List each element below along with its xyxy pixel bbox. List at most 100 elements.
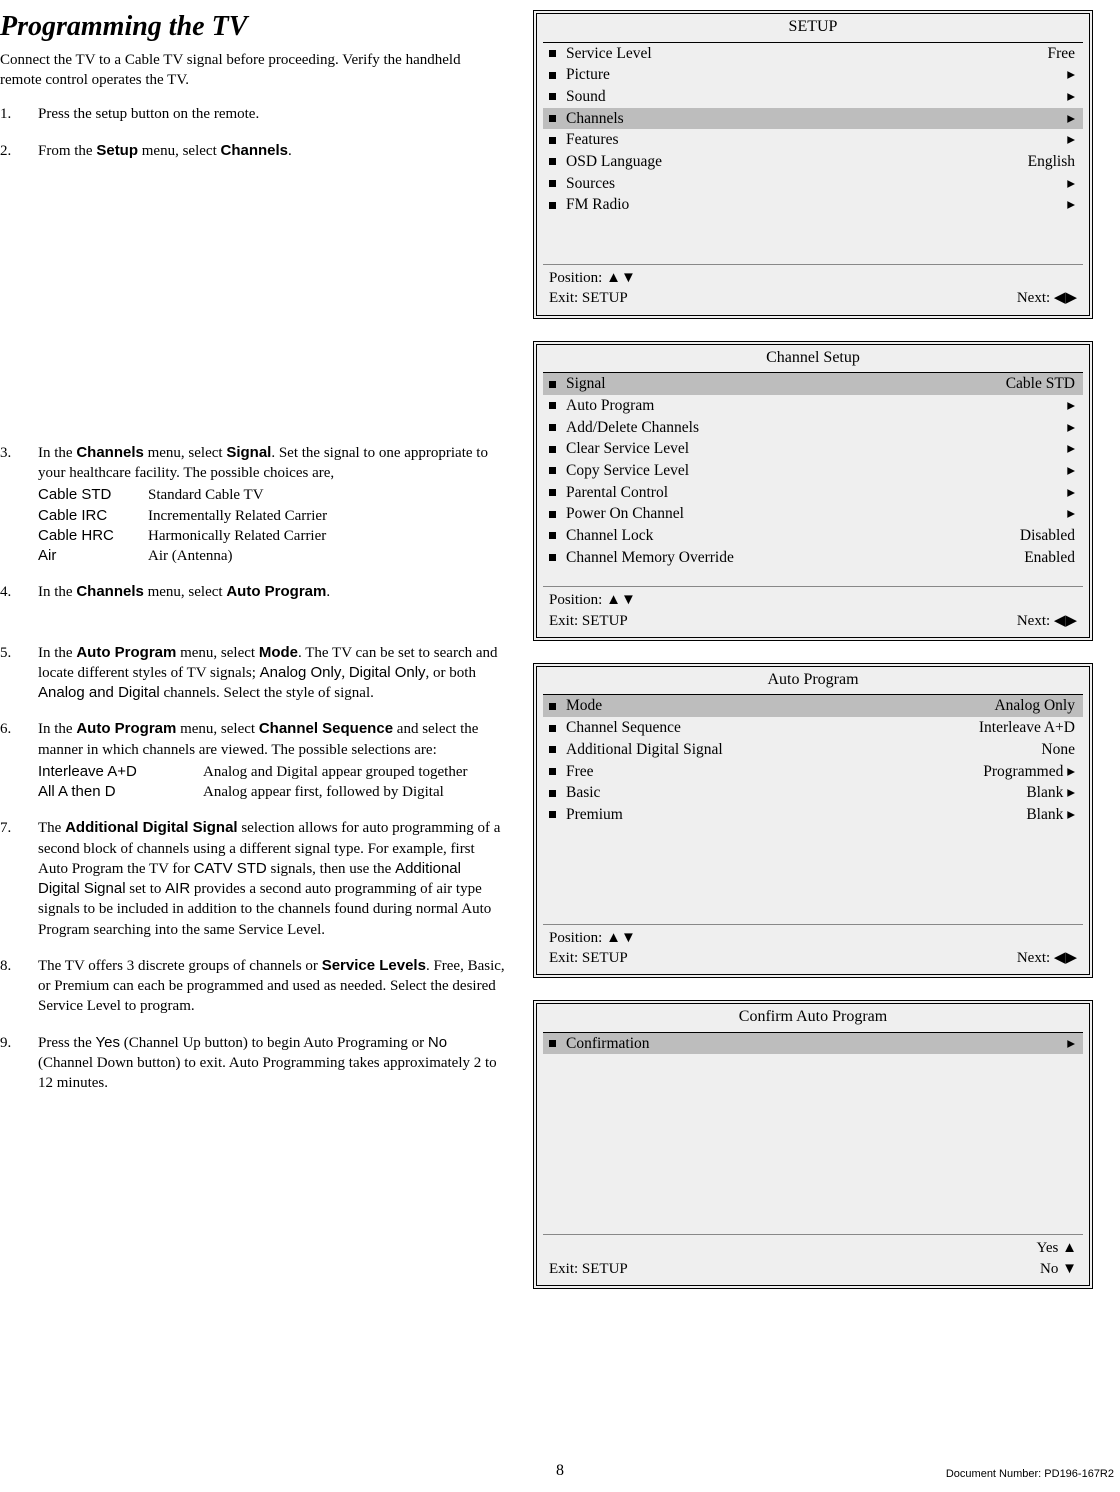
def-row: Cable HRCHarmonically Related Carrier (38, 526, 505, 546)
bullet-icon (549, 115, 556, 122)
label: Channel Sequence (566, 717, 979, 739)
yes-hint: Yes ▲ (866, 1238, 1077, 1258)
label: Clear Service Level (566, 438, 1067, 460)
t: Setup (96, 142, 138, 159)
no-hint: No ▼ (866, 1259, 1077, 1279)
t: Analog Only (260, 664, 342, 681)
menu-item-free[interactable]: FreeProgrammed ▸ (543, 761, 1083, 783)
bullet-icon (549, 703, 556, 710)
label: Mode (566, 695, 994, 717)
menu-item-features[interactable]: Features▸ (543, 129, 1083, 151)
arrow-right-icon: ▸ (1067, 129, 1077, 151)
value: None (1041, 739, 1077, 761)
bullet-icon (549, 93, 556, 100)
step-5: In the Auto Program menu, select Mode. T… (0, 643, 505, 704)
value: Interleave A+D (979, 717, 1077, 739)
menu-item-parental-control[interactable]: Parental Control▸ (543, 482, 1083, 504)
t: In the (38, 584, 76, 600)
intro-text: Connect the TV to a Cable TV signal befo… (0, 50, 505, 91)
t: Mode (259, 644, 298, 661)
t: Auto Program (76, 644, 176, 661)
next-hint: Next: ◀▶ (866, 611, 1077, 631)
menu-item-osd-language[interactable]: OSD LanguageEnglish (543, 151, 1083, 173)
osd-title: Channel Setup (537, 345, 1089, 373)
menu-item-copy-service-level[interactable]: Copy Service Level▸ (543, 460, 1083, 482)
bullet-icon (549, 50, 556, 57)
label: Parental Control (566, 482, 1067, 504)
t: menu, select (138, 143, 220, 159)
step-8: The TV offers 3 discrete groups of chann… (0, 956, 505, 1017)
t: In the (38, 721, 76, 737)
label: Channel Memory Override (566, 547, 1024, 569)
def-desc: Analog appear first, followed by Digital (203, 782, 444, 802)
bullet-icon (549, 554, 556, 561)
label: Add/Delete Channels (566, 417, 1067, 439)
menu-item-fm-radio[interactable]: FM Radio▸ (543, 194, 1083, 216)
bullet-icon (549, 790, 556, 797)
def-desc: Harmonically Related Carrier (148, 526, 326, 546)
bullet-icon (549, 158, 556, 165)
menu-item-service-level[interactable]: Service LevelFree (543, 43, 1083, 65)
menu-item-additional-digital-signal[interactable]: Additional Digital SignalNone (543, 739, 1083, 761)
def-term: Air (38, 546, 138, 566)
menu-item-clear-service-level[interactable]: Clear Service Level▸ (543, 438, 1083, 460)
bullet-icon (549, 1040, 556, 1047)
bullet-icon (549, 446, 556, 453)
label: OSD Language (566, 151, 1028, 173)
menu-item-channel-sequence[interactable]: Channel SequenceInterleave A+D (543, 717, 1083, 739)
arrow-right-icon: ▸ (1067, 482, 1077, 504)
arrow-right-icon: ▸ (1067, 86, 1077, 108)
menu-item-power-on-channel[interactable]: Power On Channel▸ (543, 503, 1083, 525)
exit-hint: Exit: SETUP (549, 1259, 866, 1279)
label: Power On Channel (566, 503, 1067, 525)
menu-item-confirmation[interactable]: Confirmation▸ (543, 1033, 1083, 1055)
bullet-icon (549, 202, 556, 209)
bullet-icon (549, 811, 556, 818)
osd-auto-program: Auto Program ModeAnalog Only Channel Seq… (533, 663, 1093, 978)
t: CATV STD (194, 860, 267, 877)
bullet-icon (549, 768, 556, 775)
t: , (341, 665, 349, 681)
t: . (326, 584, 330, 600)
value: Disabled (1020, 525, 1077, 547)
bullet-icon (549, 746, 556, 753)
menu-item-auto-program[interactable]: Auto Program▸ (543, 395, 1083, 417)
def-term: Interleave A+D (38, 762, 193, 782)
step-3: In the Channels menu, select Signal. Set… (0, 443, 505, 567)
menu-item-signal[interactable]: SignalCable STD (543, 373, 1083, 395)
label: Copy Service Level (566, 460, 1067, 482)
label: Picture (566, 64, 1067, 86)
menu-item-add-delete-channels[interactable]: Add/Delete Channels▸ (543, 417, 1083, 439)
step-7: The Additional Digital Signal selection … (0, 818, 505, 940)
t: Digital Only (349, 664, 426, 681)
def-row: Cable IRCIncrementally Related Carrier (38, 506, 505, 526)
menu-item-sources[interactable]: Sources▸ (543, 173, 1083, 195)
label: Premium (566, 804, 1026, 826)
t: Additional Digital Signal (65, 819, 238, 836)
t: Channels (76, 444, 144, 461)
label: Basic (566, 782, 1026, 804)
menu-item-basic[interactable]: BasicBlank ▸ (543, 782, 1083, 804)
t: signals, then use the (267, 861, 395, 877)
arrow-right-icon: ▸ (1067, 194, 1077, 216)
bullet-icon (549, 511, 556, 518)
menu-item-channels[interactable]: Channels▸ (543, 108, 1083, 130)
bullet-icon (549, 72, 556, 79)
menu-item-mode[interactable]: ModeAnalog Only (543, 695, 1083, 717)
t: menu, select (176, 721, 258, 737)
menu-item-picture[interactable]: Picture▸ (543, 64, 1083, 86)
osd-title: SETUP (537, 14, 1089, 42)
value: Free (1047, 43, 1077, 65)
step-text: Press the setup button on the remote. (38, 106, 259, 122)
osd-confirm-auto-program: Confirm Auto Program Confirmation▸ Yes ▲… (533, 1000, 1093, 1289)
page-title: Programming the TV (0, 8, 505, 46)
t: The TV offers 3 discrete groups of chann… (38, 958, 322, 974)
bullet-icon (549, 137, 556, 144)
menu-item-channel-memory-override[interactable]: Channel Memory OverrideEnabled (543, 547, 1083, 569)
menu-item-sound[interactable]: Sound▸ (543, 86, 1083, 108)
bullet-icon (549, 424, 556, 431)
value: Cable STD (1006, 373, 1077, 395)
label: FM Radio (566, 194, 1067, 216)
menu-item-channel-lock[interactable]: Channel LockDisabled (543, 525, 1083, 547)
menu-item-premium[interactable]: PremiumBlank ▸ (543, 804, 1083, 826)
